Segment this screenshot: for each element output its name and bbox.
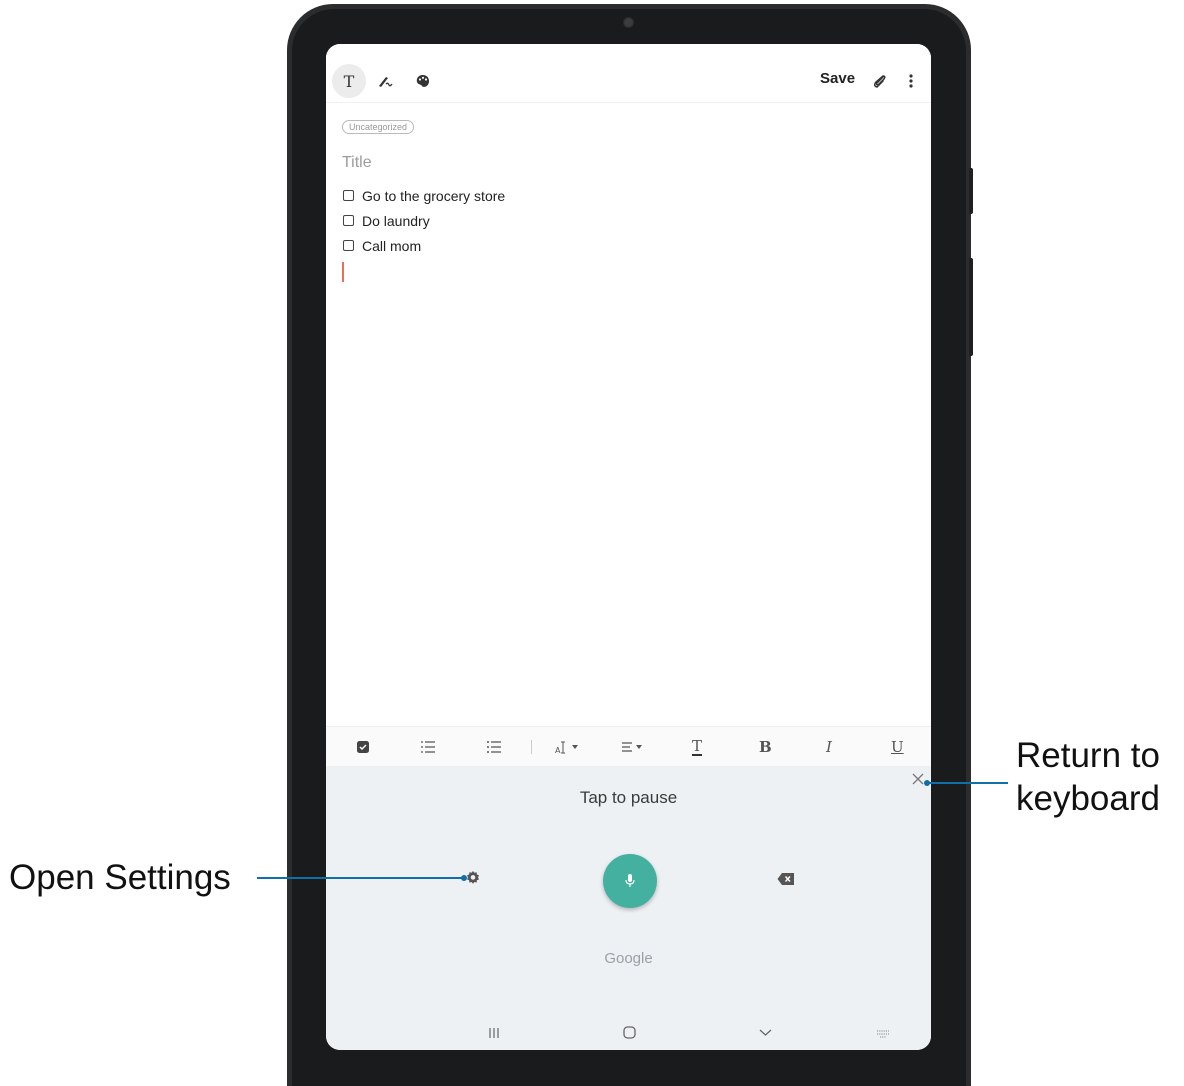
gear-icon — [467, 871, 479, 884]
checklist-item: Call mom — [343, 233, 505, 258]
chevron-down-icon — [759, 1029, 772, 1036]
open-settings-callout-dot — [461, 875, 467, 881]
handwriting-button[interactable] — [368, 64, 402, 98]
checklist: Go to the grocery store Do laundry Call … — [343, 183, 505, 258]
settings-button[interactable] — [465, 870, 481, 891]
font-size-icon: A — [555, 741, 578, 754]
attach-button[interactable] — [863, 64, 897, 98]
toolbar-divider — [531, 740, 532, 754]
return-keyboard-callout-line2: keyboard — [1016, 779, 1160, 818]
tablet-screen: T Save Uncategorized Title Go to the gro… — [326, 44, 931, 1050]
home-button[interactable] — [623, 1026, 636, 1044]
checkbox[interactable] — [343, 240, 354, 251]
palette-icon — [416, 75, 429, 87]
front-camera — [623, 17, 634, 28]
more-options-button[interactable] — [894, 64, 928, 98]
checklist-item: Go to the grocery store — [343, 183, 505, 208]
notes-toolbar: T Save — [326, 44, 931, 103]
open-settings-callout: Open Settings — [9, 858, 231, 897]
svg-text:A: A — [555, 746, 561, 754]
text-mode-icon: T — [343, 71, 355, 91]
numbered-list-button[interactable] — [420, 737, 436, 757]
speech-engine-label: Google — [604, 950, 653, 967]
return-keyboard-callout-line1: Return to — [1016, 736, 1160, 775]
title-field[interactable]: Title — [342, 154, 372, 172]
backspace-icon — [777, 873, 794, 885]
checkbox-checked-icon — [357, 741, 369, 753]
navigation-bar — [326, 1016, 931, 1050]
close-voice-button[interactable] — [912, 772, 924, 790]
back-button[interactable] — [759, 1026, 772, 1044]
recent-apps-icon — [489, 1028, 499, 1038]
category-chip[interactable]: Uncategorized — [342, 120, 415, 134]
power-button — [969, 258, 973, 356]
bullet-list-icon — [487, 741, 501, 753]
italic-icon: I — [826, 738, 832, 756]
voice-status[interactable]: Tap to pause — [326, 788, 931, 808]
bold-icon: B — [759, 738, 772, 756]
volume-button — [969, 168, 973, 214]
numbered-list-icon — [421, 741, 435, 753]
microphone-button[interactable] — [603, 854, 657, 908]
open-settings-callout-line — [257, 877, 465, 879]
text-color-icon: T — [692, 737, 703, 756]
underline-button[interactable]: U — [891, 737, 904, 757]
microphone-icon — [625, 874, 635, 887]
keyboard-icon — [877, 1030, 889, 1038]
return-keyboard-callout-dot — [924, 780, 930, 786]
checkbox[interactable] — [343, 190, 354, 201]
underline-icon: U — [891, 738, 904, 756]
pen-icon — [379, 77, 393, 87]
bold-button[interactable]: B — [759, 737, 772, 757]
return-keyboard-callout-line — [928, 782, 1008, 784]
save-button[interactable]: Save — [820, 70, 855, 87]
paperclip-icon — [873, 75, 886, 88]
checkbox-format-button[interactable] — [356, 737, 370, 757]
italic-button[interactable]: I — [826, 737, 832, 757]
text-mode-button[interactable]: T — [332, 64, 366, 98]
close-icon — [912, 773, 924, 785]
bullet-list-button[interactable] — [486, 737, 502, 757]
checklist-item-text[interactable]: Call mom — [362, 238, 421, 254]
align-left-icon — [622, 742, 642, 752]
format-bar: A T B I U — [326, 726, 931, 767]
backspace-button[interactable] — [777, 872, 795, 891]
text-color-button[interactable]: T — [692, 737, 703, 757]
checkbox[interactable] — [343, 215, 354, 226]
text-cursor — [342, 262, 344, 282]
checklist-item-text[interactable]: Do laundry — [362, 213, 430, 229]
keyboard-button[interactable] — [876, 1026, 890, 1044]
voice-input-panel: Tap to pause Google — [326, 766, 931, 1016]
align-button[interactable] — [621, 737, 647, 757]
font-size-button[interactable]: A — [555, 737, 581, 757]
recent-apps-button[interactable] — [488, 1026, 500, 1044]
checklist-item: Do laundry — [343, 208, 505, 233]
home-icon — [623, 1026, 636, 1039]
drawing-button[interactable] — [406, 64, 440, 98]
checklist-item-text[interactable]: Go to the grocery store — [362, 188, 505, 204]
more-vertical-icon — [909, 74, 913, 88]
